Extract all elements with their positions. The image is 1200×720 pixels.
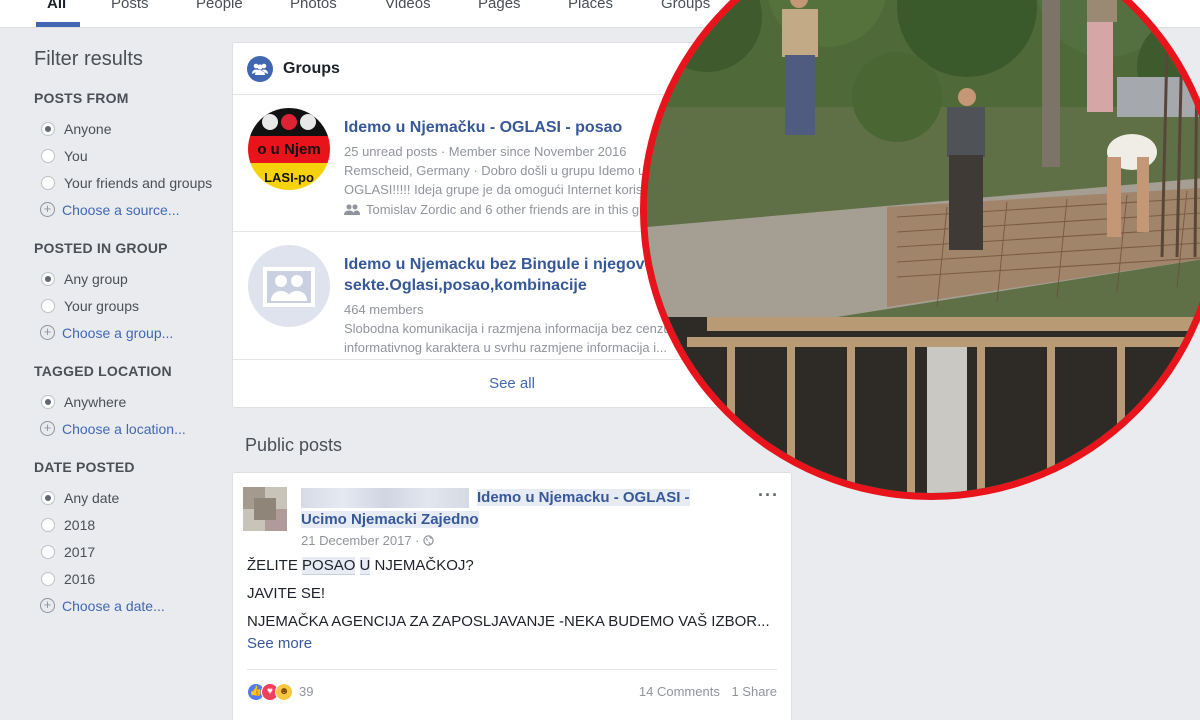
radio-icon[interactable] bbox=[41, 571, 55, 586]
radio-icon[interactable] bbox=[41, 121, 55, 136]
section-title: DATE POSTED bbox=[34, 459, 135, 475]
friends-icon bbox=[344, 204, 360, 215]
choose-label: Choose a source... bbox=[62, 201, 180, 218]
option-label: Any group bbox=[64, 270, 128, 287]
choose-source-link[interactable]: + Choose a source... bbox=[34, 196, 224, 223]
hashtag-link[interactable]: U bbox=[359, 557, 371, 575]
filter-option[interactable]: Any group bbox=[34, 265, 224, 292]
avatar[interactable] bbox=[243, 487, 287, 531]
tab-videos[interactable]: Videos bbox=[385, 0, 431, 12]
filter-option[interactable]: Anywhere bbox=[34, 388, 224, 415]
construction-photo bbox=[647, 0, 1200, 493]
active-tab-indicator bbox=[36, 22, 80, 27]
filter-option[interactable]: Anyone bbox=[34, 115, 224, 142]
radio-icon[interactable] bbox=[41, 517, 55, 532]
groups-icon bbox=[247, 55, 273, 82]
filter-sidebar: Filter results POSTS FROM Anyone You You… bbox=[34, 40, 224, 636]
logo-text-bottom: LASI-po bbox=[264, 170, 314, 185]
radio-icon[interactable] bbox=[41, 490, 55, 505]
tab-pages[interactable]: Pages bbox=[478, 0, 521, 12]
post-date-text: 21 December 2017 · bbox=[301, 533, 420, 548]
worker-figure bbox=[782, 0, 818, 135]
tab-photos[interactable]: Photos bbox=[290, 0, 337, 12]
plus-icon: + bbox=[40, 421, 55, 436]
tab-places[interactable]: Places bbox=[568, 0, 613, 12]
reaction-count: 39 bbox=[299, 684, 314, 699]
plus-icon: + bbox=[40, 202, 55, 217]
logo-text-top: o u Njem bbox=[257, 141, 320, 158]
radio-icon[interactable] bbox=[41, 271, 55, 286]
filter-option[interactable]: 2017 bbox=[34, 538, 224, 565]
filter-posted-in-group: POSTED IN GROUP Any group Your groups + C… bbox=[34, 240, 224, 346]
haha-reaction-icon: ☻ bbox=[275, 682, 293, 701]
plus-icon: + bbox=[40, 598, 55, 613]
globe-icon bbox=[423, 535, 434, 546]
post-card: Idemo u Njemacku - OGLASI - Ucimo Njemac… bbox=[232, 472, 792, 720]
choose-date-link[interactable]: + Choose a date... bbox=[34, 592, 224, 619]
option-label: Any date bbox=[64, 489, 120, 506]
filter-tagged-location: TAGGED LOCATION Anywhere + Choose a locat… bbox=[34, 363, 224, 442]
post-date[interactable]: 21 December 2017 · bbox=[301, 533, 721, 548]
section-title: POSTED IN GROUP bbox=[34, 240, 168, 256]
post-line: NJEMAČKA AGENCIJA ZA ZAPOSLJAVANJE -NEKA… bbox=[247, 613, 770, 652]
option-label: 2016 bbox=[64, 570, 96, 587]
choose-group-link[interactable]: + Choose a group... bbox=[34, 319, 224, 346]
group-logo[interactable]: o u Njem LASI-po bbox=[248, 108, 330, 190]
author-name-redacted[interactable] bbox=[301, 487, 469, 508]
choose-location-link[interactable]: + Choose a location... bbox=[34, 415, 224, 442]
hashtag-link[interactable]: POSAO bbox=[302, 557, 356, 575]
choose-label: Choose a date... bbox=[62, 597, 165, 614]
comments-link[interactable]: 14 Comments bbox=[639, 684, 720, 699]
filter-option[interactable]: You bbox=[34, 142, 224, 169]
more-options-icon[interactable]: ··· bbox=[758, 485, 779, 506]
filter-option[interactable]: Your groups bbox=[34, 292, 224, 319]
tab-posts[interactable]: Posts bbox=[111, 0, 149, 12]
construction-photo-overlay bbox=[640, 0, 1200, 500]
radio-icon[interactable] bbox=[41, 544, 55, 559]
tab-groups[interactable]: Groups bbox=[661, 0, 710, 12]
option-label: Your friends and groups bbox=[64, 174, 213, 191]
see-more-link[interactable]: See more bbox=[247, 635, 312, 652]
filter-option[interactable]: 2018 bbox=[34, 511, 224, 538]
friends-text: Tomislav Zordic and 6 other friends are … bbox=[366, 202, 666, 217]
post-header: Idemo u Njemacku - OGLASI - Ucimo Njemac… bbox=[301, 487, 721, 548]
filter-option[interactable]: 2016 bbox=[34, 565, 224, 592]
plus-icon: + bbox=[40, 325, 55, 340]
option-label: Your groups bbox=[64, 297, 139, 314]
radio-icon[interactable] bbox=[41, 148, 55, 163]
post-line: ŽELITE POSAO U NJEMAČKOJ? bbox=[247, 557, 474, 575]
shares-link[interactable]: 1 Share bbox=[731, 684, 777, 699]
choose-label: Choose a group... bbox=[62, 324, 174, 341]
tab-people[interactable]: People bbox=[196, 0, 243, 12]
filter-option[interactable]: Your friends and groups bbox=[34, 169, 224, 196]
group-default-avatar[interactable] bbox=[248, 245, 330, 327]
choose-label: Choose a location... bbox=[62, 420, 186, 437]
reactions[interactable]: 👍 ♥ ☻ 39 bbox=[247, 682, 314, 701]
groups-title: Groups bbox=[283, 59, 340, 77]
option-label: You bbox=[64, 147, 88, 164]
section-title: TAGGED LOCATION bbox=[34, 363, 172, 379]
radio-icon[interactable] bbox=[41, 298, 55, 313]
radio-icon[interactable] bbox=[41, 394, 55, 409]
post-stats: 14 Comments 1 Share bbox=[639, 684, 777, 699]
radio-icon[interactable] bbox=[41, 175, 55, 190]
public-posts-title: Public posts bbox=[245, 435, 343, 455]
option-label: Anywhere bbox=[64, 393, 127, 410]
option-label: 2017 bbox=[64, 543, 96, 560]
post-line: JAVITE SE! bbox=[247, 585, 326, 602]
post-body: ŽELITE POSAO U NJEMAČKOJ? JAVITE SE! NJE… bbox=[247, 555, 777, 661]
option-label: 2018 bbox=[64, 516, 96, 533]
filter-date-posted: DATE POSTED Any date 2018 2017 2016 + Cho… bbox=[34, 459, 224, 619]
section-title: POSTS FROM bbox=[34, 90, 129, 106]
filter-posts-from: POSTS FROM Anyone You Your friends and g… bbox=[34, 90, 224, 223]
post-footer: 👍 ♥ ☻ 39 14 Comments 1 Share bbox=[247, 669, 777, 713]
tab-all[interactable]: All bbox=[47, 0, 66, 12]
option-label: Anyone bbox=[64, 120, 112, 137]
filter-option[interactable]: Any date bbox=[34, 484, 224, 511]
filter-title: Filter results bbox=[34, 48, 143, 70]
